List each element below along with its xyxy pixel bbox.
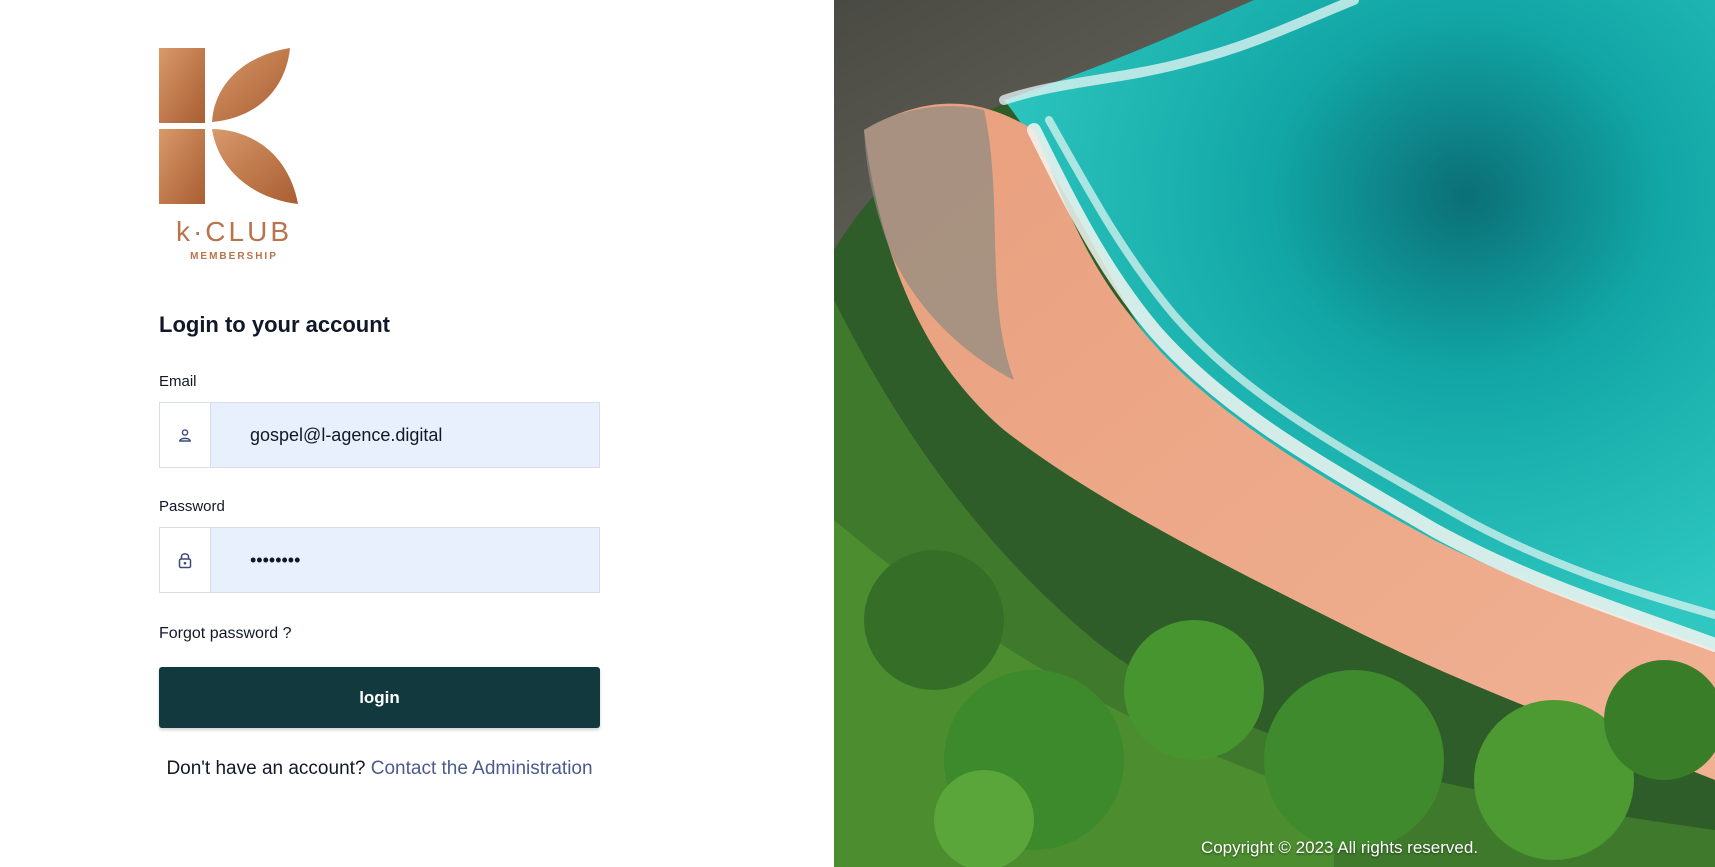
password-input[interactable] bbox=[211, 528, 599, 592]
brand-tagline: MEMBERSHIP bbox=[190, 251, 278, 262]
password-field-group bbox=[159, 527, 600, 593]
lock-icon bbox=[160, 528, 211, 592]
signup-text: Don't have an account? Contact the Admin… bbox=[159, 756, 600, 782]
copyright-text: Copyright © 2023 All rights reserved. bbox=[1200, 838, 1479, 857]
user-icon bbox=[160, 403, 211, 467]
email-label: Email bbox=[159, 373, 197, 390]
login-panel: k·CLUB MEMBERSHIP Login to your account … bbox=[0, 0, 834, 867]
hero-beach-image bbox=[834, 0, 1715, 867]
password-label: Password bbox=[159, 498, 225, 515]
contact-administration-link[interactable]: Contact the Administration bbox=[371, 758, 593, 779]
email-input[interactable] bbox=[211, 403, 599, 467]
brand-name: k·CLUB bbox=[175, 216, 292, 247]
login-button[interactable]: login bbox=[159, 667, 600, 728]
page-title: Login to your account bbox=[159, 312, 390, 337]
email-field-group bbox=[159, 402, 600, 468]
signup-prompt: Don't have an account? bbox=[166, 758, 366, 779]
brand-wordmark: k·CLUB MEMBERSHIP bbox=[158, 216, 310, 264]
forgot-password-link[interactable]: Forgot password ? bbox=[159, 625, 292, 643]
